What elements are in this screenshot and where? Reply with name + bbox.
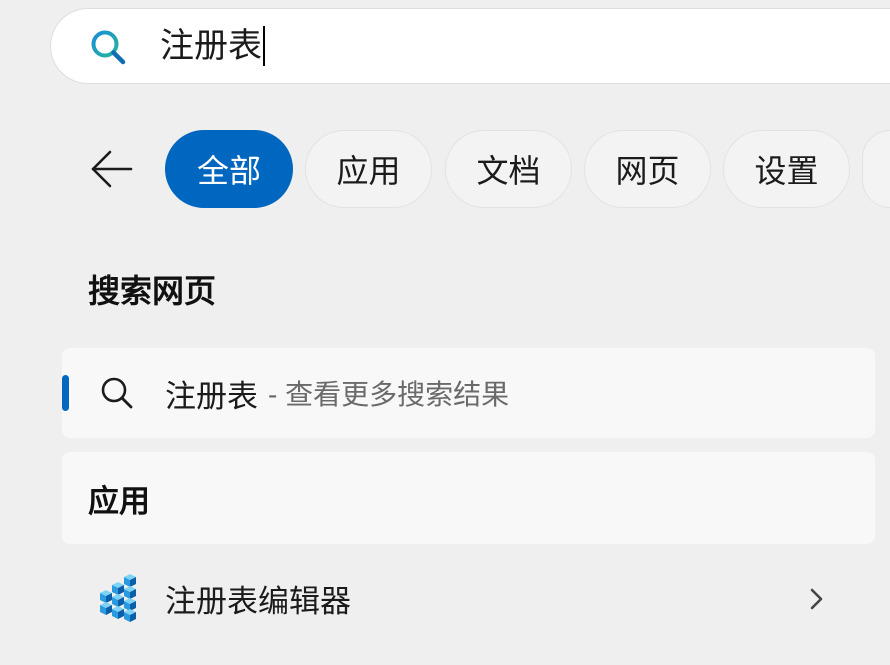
filter-label: 全部 [196, 153, 261, 189]
chevron-right-icon[interactable] [804, 586, 828, 612]
back-arrow-icon [91, 150, 133, 188]
web-search-result[interactable]: 注册表 - 查看更多搜索结果 [62, 348, 875, 438]
search-icon [91, 30, 126, 65]
web-result-suffix: - 查看更多搜索结果 [268, 379, 510, 410]
filter-more[interactable] [862, 130, 890, 208]
text-cursor [263, 26, 265, 66]
search-input[interactable]: 注册表 [160, 9, 265, 83]
filter-web[interactable]: 网页 [584, 130, 711, 208]
filter-documents[interactable]: 文档 [445, 130, 572, 208]
section-heading-web: 搜索网页 [88, 273, 217, 309]
filter-apps[interactable]: 应用 [305, 130, 432, 208]
selection-indicator [62, 375, 69, 411]
registry-editor-icon [100, 574, 136, 622]
filter-label: 网页 [615, 153, 680, 189]
app-result-registry-editor[interactable]: 注册表编辑器 [62, 556, 875, 640]
section-heading-apps: 应用 [88, 483, 150, 519]
apps-section-header: 应用 [62, 452, 875, 544]
web-result-text: 注册表 - 查看更多搜索结果 [165, 348, 509, 438]
filter-settings[interactable]: 设置 [723, 130, 850, 208]
search-box[interactable]: 注册表 [50, 8, 890, 84]
filter-label: 应用 [336, 153, 401, 189]
filter-label: 设置 [754, 153, 819, 189]
filter-all[interactable]: 全部 [165, 130, 293, 208]
search-icon [101, 377, 133, 409]
app-name: 注册表编辑器 [165, 583, 351, 619]
web-result-query: 注册表 [165, 378, 258, 414]
search-query-text: 注册表 [160, 27, 262, 65]
back-button[interactable] [86, 146, 136, 192]
filter-label: 文档 [476, 153, 541, 189]
